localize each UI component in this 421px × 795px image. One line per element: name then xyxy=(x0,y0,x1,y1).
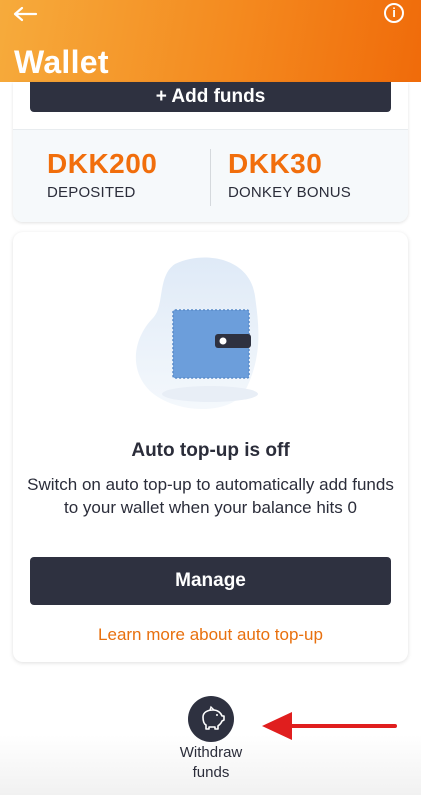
withdraw-funds-label[interactable]: Withdraw funds xyxy=(160,743,262,783)
manage-button[interactable]: Manage xyxy=(30,557,391,605)
annotation-arrow-icon xyxy=(262,712,397,740)
auto-topup-description: Switch on auto top-up to automatically a… xyxy=(27,475,394,517)
piggy-bank-icon xyxy=(202,705,225,730)
deposited-stat: DKK200 DEPOSITED xyxy=(47,148,157,201)
auto-topup-title: Auto top-up is off xyxy=(131,440,290,461)
bonus-stat: DKK30 DONKEY BONUS xyxy=(228,148,351,201)
page-title: Wallet xyxy=(14,44,109,80)
wallet-icon xyxy=(135,257,259,410)
withdraw-funds-button[interactable] xyxy=(188,696,234,742)
balance-stats: DKK200 DEPOSITED DKK30 DONKEY BONUS xyxy=(13,129,408,222)
info-icon[interactable]: i xyxy=(384,3,404,23)
header: i Wallet xyxy=(0,0,421,82)
balance-card: + Add funds DKK200 DEPOSITED DKK30 DONKE… xyxy=(13,82,408,222)
add-funds-button[interactable]: + Add funds xyxy=(30,82,391,112)
deposited-label: DEPOSITED xyxy=(47,184,136,201)
deposited-value: DKK200 xyxy=(47,148,158,179)
bonus-value: DKK30 xyxy=(228,148,323,179)
bonus-label: DONKEY BONUS xyxy=(228,184,351,201)
auto-topup-card: Auto top-up is off Switch on auto top-up… xyxy=(13,232,408,662)
learn-more-link[interactable]: Learn more about auto top-up xyxy=(13,625,408,645)
arrow-left-icon[interactable] xyxy=(12,6,38,22)
stat-divider xyxy=(210,149,211,206)
